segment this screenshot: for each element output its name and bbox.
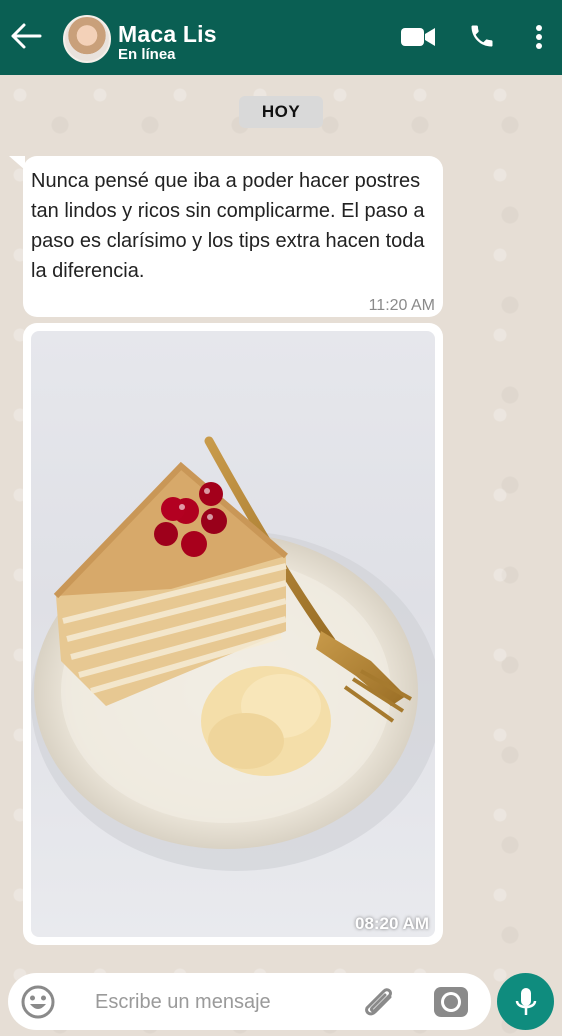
- avatar[interactable]: [63, 15, 111, 63]
- phone-icon[interactable]: [468, 22, 496, 50]
- message-input[interactable]: Escribe un mensaje: [95, 991, 271, 1014]
- emoji-icon[interactable]: [20, 984, 56, 1020]
- message-text: Nunca pensé que iba a poder hacer postre…: [31, 170, 425, 282]
- video-call-icon[interactable]: [401, 26, 435, 48]
- attach-icon[interactable]: [360, 983, 400, 1021]
- more-menu-icon[interactable]: [532, 24, 546, 50]
- date-divider: HOY: [239, 96, 323, 128]
- mic-button[interactable]: [497, 973, 554, 1030]
- back-arrow-icon[interactable]: [10, 22, 42, 50]
- chat-header: Maca Lis En línea: [0, 0, 562, 75]
- cake-photo[interactable]: [31, 331, 435, 937]
- image-timestamp: 08:20 AM: [354, 914, 429, 933]
- contact-status: En línea: [118, 46, 176, 63]
- message-timestamp: 11:20 AM: [368, 297, 435, 314]
- mic-icon: [515, 987, 536, 1015]
- contact-name[interactable]: Maca Lis: [118, 21, 217, 48]
- camera-icon[interactable]: [433, 984, 469, 1018]
